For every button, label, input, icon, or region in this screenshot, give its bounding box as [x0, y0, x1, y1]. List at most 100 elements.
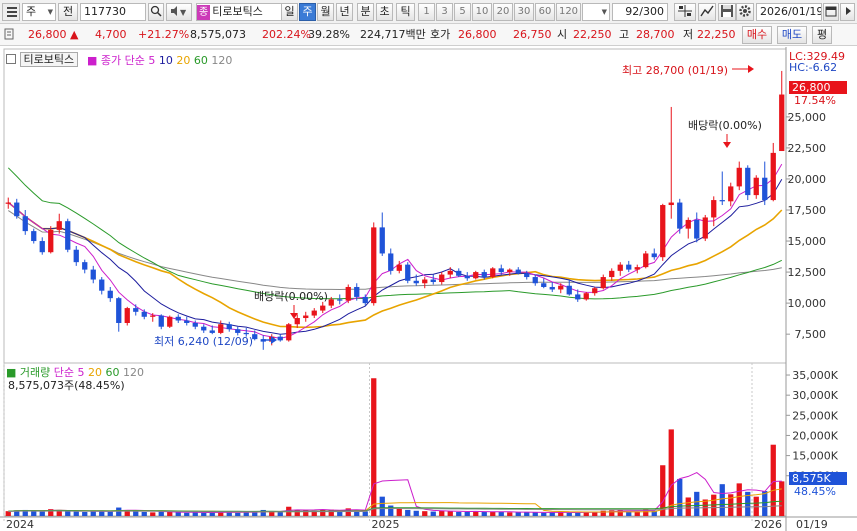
- high-label: 고: [619, 28, 630, 41]
- list-icon[interactable]: [6, 54, 16, 64]
- low-label: 저: [683, 28, 694, 41]
- candle-body: [90, 269, 96, 280]
- interval-3[interactable]: 3: [436, 3, 453, 21]
- candle-body: [549, 286, 555, 290]
- candle-body: [634, 267, 640, 270]
- candle-body: [371, 227, 377, 304]
- candle-body: [464, 275, 470, 279]
- candle-body: [762, 177, 768, 201]
- crosshair-button[interactable]: [674, 3, 696, 21]
- calendar-icon: [825, 6, 837, 17]
- x-axis-label: 2026: [754, 518, 782, 531]
- price-tick-label: 10,000: [788, 297, 827, 310]
- candle-body: [379, 227, 385, 254]
- volume-bar: [541, 512, 547, 516]
- volume-bar: [405, 509, 411, 516]
- period-tick[interactable]: 틱: [396, 3, 415, 21]
- stock-search-button[interactable]: [148, 3, 164, 21]
- info-icon[interactable]: [4, 28, 16, 44]
- search-icon: [150, 5, 162, 17]
- price-ma-legend: ■ 종가 단순 5 10 20 60 120: [87, 52, 232, 68]
- x-axis-last-date: 01/19: [796, 518, 828, 531]
- eval-button[interactable]: 평: [812, 26, 832, 44]
- volume-bar: [396, 508, 402, 516]
- volume-bar: [719, 484, 725, 516]
- interval-10[interactable]: 10: [472, 3, 492, 21]
- candle-body: [337, 299, 343, 301]
- volume-bar: [770, 444, 776, 516]
- volume-bar: [235, 512, 241, 516]
- hc-readout: HC:-6.62: [789, 61, 838, 74]
- dividend-arrow-2-head: [723, 142, 731, 148]
- candle-body: [541, 283, 547, 287]
- settings-button[interactable]: [736, 3, 754, 21]
- volume-tick-label: 30,000K: [792, 389, 838, 402]
- candle-body: [39, 241, 45, 253]
- candle-body: [745, 167, 751, 196]
- period-minute[interactable]: 분: [357, 3, 374, 21]
- candle-body: [320, 305, 326, 311]
- candle-body: [218, 324, 224, 333]
- count-display[interactable]: 92/300: [612, 3, 668, 21]
- candle-body: [362, 296, 368, 304]
- ma-legend-120: 120: [211, 54, 233, 67]
- candle-body: [770, 152, 776, 201]
- candle-body: [422, 279, 428, 284]
- period-week[interactable]: 주: [299, 3, 316, 21]
- interval-1[interactable]: 1: [418, 3, 435, 21]
- interval-select[interactable]: [582, 3, 610, 21]
- current-volume-rate-tag: 48.45%: [794, 485, 836, 498]
- period-month[interactable]: 월: [317, 3, 334, 21]
- candle-body: [651, 253, 657, 258]
- buy-button[interactable]: 매수: [742, 26, 772, 44]
- candle-body: [515, 269, 521, 274]
- stock-name: 티로보틱스: [212, 5, 263, 18]
- period-second[interactable]: 초: [376, 3, 393, 21]
- save-chart-button[interactable]: [718, 3, 736, 21]
- ma-legend-marker: ■: [87, 54, 98, 67]
- candle-body: [609, 270, 615, 278]
- mode-button[interactable]: 전: [58, 3, 78, 21]
- volume-bar: [447, 511, 453, 516]
- candle-body: [524, 273, 530, 278]
- candle-body: [82, 262, 88, 270]
- volume-bar: [277, 511, 283, 516]
- candle-body: [677, 202, 683, 229]
- interval-30[interactable]: 30: [514, 3, 534, 21]
- candle-body: [583, 293, 589, 300]
- sell-button[interactable]: 매도: [777, 26, 807, 44]
- candle-body: [566, 285, 572, 295]
- price-panel-tab[interactable]: 티로보틱스: [19, 52, 79, 67]
- interval-5[interactable]: 5: [454, 3, 471, 21]
- market-type-select[interactable]: 주: [22, 3, 56, 21]
- calendar-button[interactable]: [823, 3, 839, 21]
- interval-120[interactable]: 120: [556, 3, 581, 21]
- drawing-tool-button[interactable]: [698, 3, 716, 21]
- interval-20[interactable]: 20: [493, 3, 513, 21]
- gear-icon: [739, 5, 751, 17]
- stock-chart[interactable]: 7,500 10,000 12,500 15,000 17,500 20,000 22,50…: [0, 47, 857, 531]
- volume-ratio: 202.24%: [262, 28, 311, 41]
- price-panel-header: 티로보틱스: [6, 51, 79, 67]
- more-button[interactable]: [840, 3, 855, 21]
- high-annotation: 최고 28,700 (01/19): [622, 64, 729, 77]
- candle-body: [413, 280, 419, 284]
- interval-60[interactable]: 60: [535, 3, 555, 21]
- candle-body: [626, 264, 632, 270]
- settings-icon[interactable]: [2, 3, 20, 21]
- stock-code-input[interactable]: 117730: [80, 3, 146, 21]
- volume-bar: [167, 511, 173, 516]
- candle-body: [702, 217, 708, 239]
- candle-body: [345, 286, 351, 301]
- volume-bar: [226, 512, 232, 516]
- volume-bar: [158, 511, 164, 516]
- date-input[interactable]: 2026/01/19: [756, 3, 822, 21]
- period-day[interactable]: 일: [281, 3, 298, 21]
- low-annotation: 최저 6,240 (12/09): [154, 335, 254, 348]
- stock-name-box[interactable]: 종 티로보틱스: [196, 3, 282, 21]
- period-year[interactable]: 년: [336, 3, 353, 21]
- candle-body: [532, 277, 538, 284]
- sound-toggle[interactable]: ▼: [166, 3, 192, 21]
- volume-bar: [379, 496, 385, 516]
- volume-bar: [184, 512, 190, 516]
